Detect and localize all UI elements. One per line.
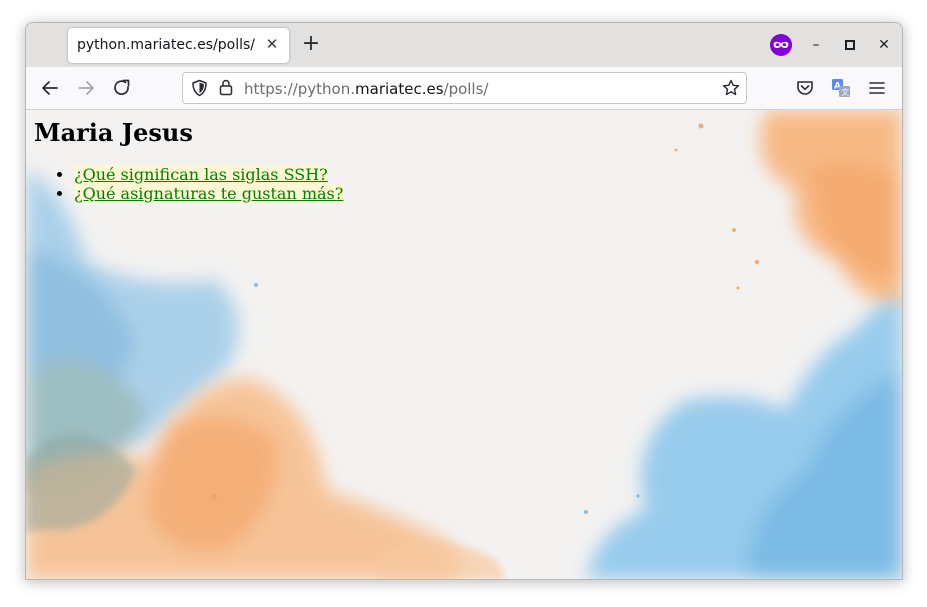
lock-icon[interactable] <box>219 79 233 96</box>
pocket-icon[interactable] <box>793 76 817 100</box>
menu-icon[interactable] <box>865 76 889 100</box>
tab-title: python.mariatec.es/polls/ <box>77 37 255 53</box>
maximize-button[interactable] <box>839 34 861 56</box>
question-link[interactable]: ¿Qué significan las siglas SSH? <box>74 165 328 184</box>
back-arrow-icon[interactable] <box>38 76 62 100</box>
new-tab-button[interactable]: + <box>301 33 321 55</box>
tab-strip: python.mariatec.es/polls/ ✕ + – ✕ <box>26 23 902 67</box>
navigation-toolbar: https://python.mariatec.es/polls/ A 文 <box>26 67 902 110</box>
active-tab[interactable]: python.mariatec.es/polls/ ✕ <box>68 28 289 63</box>
translate-icon[interactable]: A 文 <box>829 76 853 100</box>
maximize-icon <box>845 40 855 50</box>
url-text: https://python.mariatec.es/polls/ <box>244 80 488 98</box>
question-list: ¿Qué significan las siglas SSH? ¿Qué asi… <box>34 165 344 203</box>
reload-icon[interactable] <box>110 76 134 100</box>
star-icon[interactable] <box>722 79 740 97</box>
list-item: ¿Qué significan las siglas SSH? <box>74 165 343 184</box>
page-content: Maria Jesus ¿Qué significan las siglas S… <box>26 110 902 579</box>
browser-window: python.mariatec.es/polls/ ✕ + – ✕ https:… <box>25 22 903 580</box>
svg-text:文: 文 <box>841 87 849 97</box>
private-mask-icon <box>770 34 792 56</box>
minimize-button[interactable]: – <box>805 34 827 56</box>
forward-arrow-icon[interactable] <box>74 76 98 100</box>
url-prefix: https://python. <box>244 80 356 98</box>
list-item: ¿Qué asignaturas te gustan más? <box>74 184 344 203</box>
question-link[interactable]: ¿Qué asignaturas te gustan más? <box>74 184 344 203</box>
url-host: mariatec.es <box>355 80 444 98</box>
shield-icon[interactable] <box>191 79 208 97</box>
address-bar[interactable]: https://python.mariatec.es/polls/ <box>182 72 747 104</box>
close-window-button[interactable]: ✕ <box>873 34 895 56</box>
tab-close-button[interactable]: ✕ <box>263 35 281 53</box>
polls-page: Maria Jesus ¿Qué significan las siglas S… <box>34 110 344 203</box>
page-heading: Maria Jesus <box>34 118 193 147</box>
url-path: /polls/ <box>443 80 489 98</box>
